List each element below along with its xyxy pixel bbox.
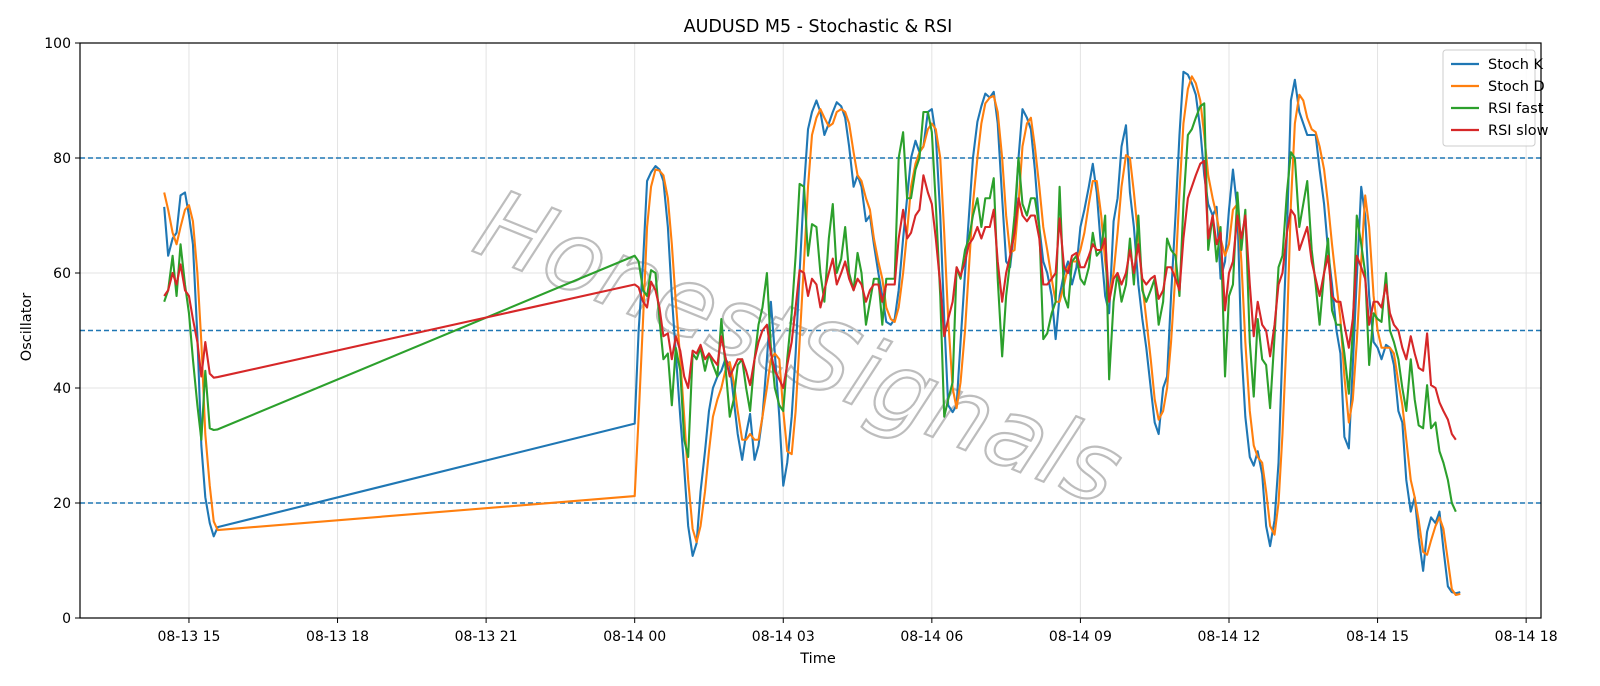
x-tick-label: 08-14 03: [752, 629, 815, 645]
y-tick-label: 60: [53, 266, 71, 282]
legend-label: RSI slow: [1488, 123, 1549, 139]
oscillator-chart: AUDUSD M5 - Stochastic & RSI HonestSigna…: [0, 0, 1600, 686]
x-tick-label: 08-13 18: [306, 629, 369, 645]
y-tick-label: 80: [53, 151, 71, 167]
chart-title: AUDUSD M5 - Stochastic & RSI: [684, 17, 953, 37]
x-tick-label: 08-14 09: [1049, 629, 1112, 645]
legend-label: Stoch K: [1488, 57, 1544, 73]
x-tick-label: 08-14 18: [1495, 629, 1558, 645]
x-axis-title: Time: [799, 651, 836, 667]
legend-label: Stoch D: [1488, 79, 1545, 95]
x-tick-label: 08-14 15: [1346, 629, 1409, 645]
x-tick-label: 08-14 12: [1198, 629, 1261, 645]
y-tick-label: 20: [53, 496, 71, 512]
y-tick-label: 0: [62, 611, 71, 627]
y-axis-title: Oscillator: [19, 293, 35, 361]
x-tick-label: 08-14 06: [900, 629, 963, 645]
legend-label: RSI fast: [1488, 101, 1544, 117]
x-tick-label: 08-13 21: [455, 629, 518, 645]
x-tick-label: 08-14 00: [603, 629, 666, 645]
y-tick-label: 100: [44, 36, 71, 52]
x-tick-label: 08-13 15: [157, 629, 220, 645]
legend: Stoch K Stoch D RSI fast RSI slow: [1442, 49, 1549, 147]
y-tick-label: 40: [53, 381, 71, 397]
